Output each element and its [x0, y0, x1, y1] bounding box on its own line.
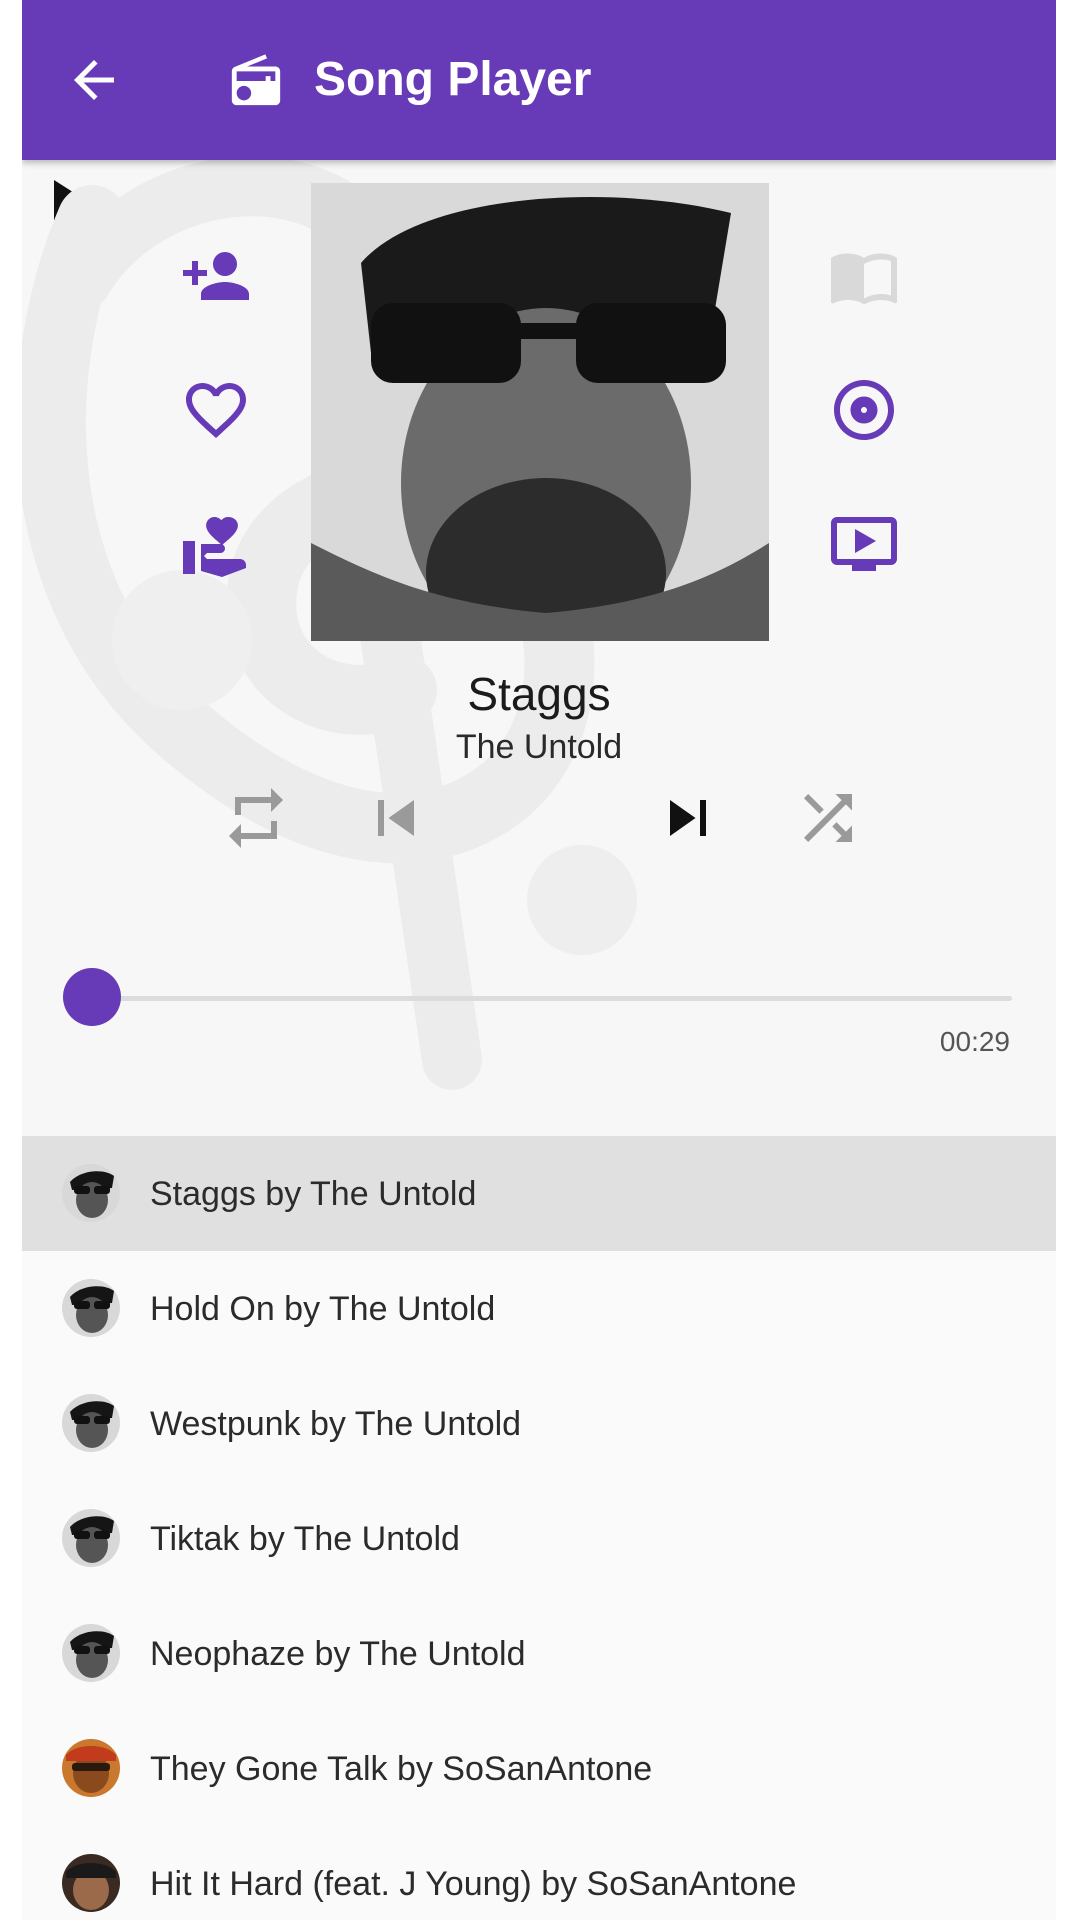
video-play-icon[interactable]	[828, 508, 900, 580]
playlist: Staggs by The Untold Hold On by The Unto…	[22, 1136, 1056, 1920]
app-title: Song Player	[314, 53, 592, 106]
playlist-item-label: Hold On by The Untold	[150, 1290, 496, 1328]
playlist-item-label: Tiktak by The Untold	[150, 1520, 460, 1558]
radio-icon	[231, 54, 281, 106]
playlist-item-label: Hit It Hard (feat. J Young) by SoSanAnto…	[150, 1865, 797, 1903]
playlist-item-label: They Gone Talk by SoSanAntone	[150, 1750, 653, 1788]
seek-thumb[interactable]	[63, 968, 121, 1026]
add-person-icon[interactable]	[180, 240, 252, 312]
shuffle-icon[interactable]	[792, 782, 864, 854]
song-thumbnail	[62, 1394, 120, 1452]
repeat-icon[interactable]	[220, 782, 292, 854]
playlist-item-label: Westpunk by The Untold	[150, 1405, 522, 1443]
playlist-item[interactable]: Hit It Hard (feat. J Young) by SoSanAnto…	[22, 1826, 1056, 1920]
playlist-item-label: Staggs by The Untold	[150, 1175, 477, 1213]
skip-next-icon[interactable]	[652, 782, 724, 854]
player-section: Staggs The Untold 00:29	[22, 160, 1056, 1136]
playlist-item[interactable]: Westpunk by The Untold	[22, 1366, 1056, 1481]
song-title: Staggs	[467, 668, 611, 720]
song-thumbnail	[62, 1509, 120, 1567]
arrow-left-icon[interactable]	[64, 50, 124, 110]
heart-outline-icon[interactable]	[180, 374, 252, 446]
vinyl-disc-icon[interactable]	[828, 374, 900, 446]
playlist-item[interactable]: Neophaze by The Untold	[22, 1596, 1056, 1711]
song-thumbnail	[62, 1279, 120, 1337]
song-thumbnail	[62, 1164, 120, 1222]
song-thumbnail	[62, 1739, 120, 1797]
book-open-icon[interactable]	[828, 240, 900, 312]
playlist-item[interactable]: They Gone Talk by SoSanAntone	[22, 1711, 1056, 1826]
song-thumbnail	[62, 1624, 120, 1682]
seek-bar[interactable]	[92, 996, 1012, 1001]
album-art	[311, 183, 769, 641]
playlist-item[interactable]: Tiktak by The Untold	[22, 1481, 1056, 1596]
hand-heart-icon[interactable]	[180, 508, 252, 580]
playlist-item-label: Neophaze by The Untold	[150, 1635, 526, 1673]
skip-previous-icon[interactable]	[360, 782, 432, 854]
app-bar: Song Player	[22, 0, 1056, 160]
song-thumbnail	[62, 1854, 120, 1912]
playlist-item[interactable]: Staggs by The Untold	[22, 1136, 1056, 1251]
playlist-item[interactable]: Hold On by The Untold	[22, 1251, 1056, 1366]
app-screen: Song Player Staggs The Untold 00:29 Stag…	[22, 0, 1056, 1920]
elapsed-time: 00:29	[939, 1026, 1010, 1057]
song-artist: The Untold	[455, 728, 623, 766]
